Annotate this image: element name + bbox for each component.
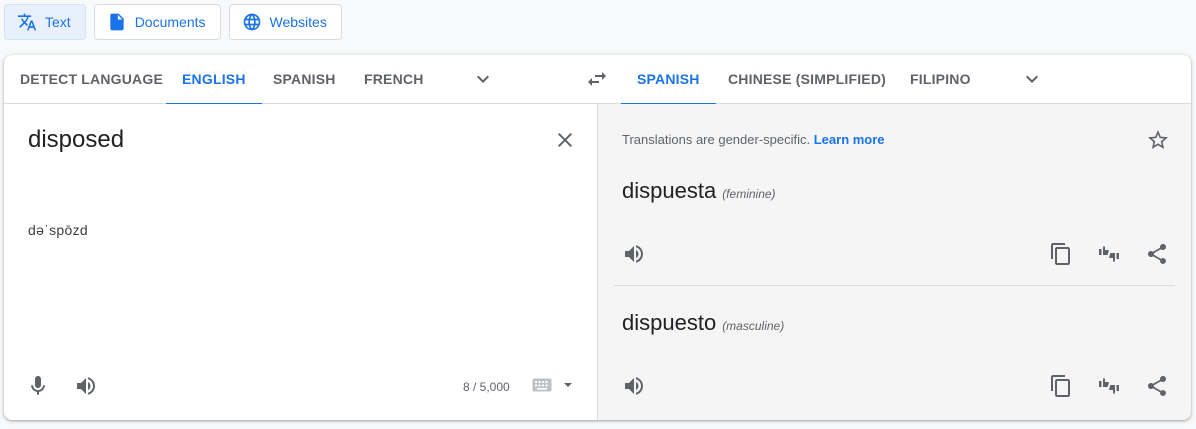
gender-label: (feminine)	[722, 187, 776, 201]
tab-source-french[interactable]: FRENCH	[348, 55, 440, 104]
copy-icon	[1051, 375, 1070, 397]
tab-source-english[interactable]: ENGLISH	[166, 55, 262, 105]
speaker-icon	[625, 245, 643, 263]
save-translation-button[interactable]	[1140, 122, 1176, 158]
translation-word: dispuesta	[622, 178, 717, 203]
keyboard-icon[interactable]	[532, 378, 552, 392]
translator-card: DETECT LANGUAGE ENGLISH SPANISH FRENCH S…	[4, 55, 1191, 420]
source-language-dropdown[interactable]	[465, 61, 501, 97]
translation-masculine: dispuesto (masculine)	[622, 310, 784, 336]
copy-feminine-button[interactable]	[1043, 236, 1079, 272]
close-icon	[558, 133, 572, 147]
copy-icon	[1051, 243, 1070, 265]
feedback-thumbs-icon	[1099, 378, 1119, 394]
translation-divider	[614, 285, 1175, 286]
speaker-icon	[625, 377, 643, 395]
feedback-thumbs-icon	[1099, 246, 1119, 262]
document-icon	[110, 13, 124, 31]
websites-mode-button[interactable]: Websites	[228, 4, 342, 40]
transliteration: dəˈspōzd	[28, 222, 88, 238]
tab-detect-language[interactable]: DETECT LANGUAGE	[4, 55, 179, 104]
globe-icon	[243, 13, 260, 31]
tab-target-filipino[interactable]: FILIPINO	[894, 55, 987, 104]
listen-masculine-button[interactable]	[616, 368, 652, 404]
speaker-icon	[77, 377, 95, 395]
microphone-icon	[31, 376, 45, 395]
mode-selector: Text Documents Websites	[4, 4, 342, 40]
documents-mode-label: Documents	[134, 14, 206, 30]
target-panel: Translations are gender-specific. Learn …	[597, 104, 1191, 420]
star-icon	[1148, 130, 1168, 149]
learn-more-link[interactable]: Learn more	[814, 132, 885, 147]
text-mode-button[interactable]: Text	[4, 4, 86, 40]
target-language-dropdown[interactable]	[1014, 61, 1050, 97]
copy-masculine-button[interactable]	[1043, 368, 1079, 404]
translate-icon	[17, 13, 37, 31]
source-text-input[interactable]: disposed	[28, 126, 124, 154]
tab-source-spanish[interactable]: SPANISH	[257, 55, 352, 104]
listen-source-button[interactable]	[68, 368, 104, 404]
websites-mode-label: Websites	[269, 14, 327, 30]
swap-languages-button[interactable]	[579, 61, 615, 97]
documents-mode-button[interactable]: Documents	[93, 4, 221, 40]
share-icon	[1148, 376, 1166, 396]
character-counter: 8 / 5,000	[463, 380, 510, 394]
swap-icon	[588, 72, 606, 86]
tab-target-chinese[interactable]: CHINESE (SIMPLIFIED)	[712, 55, 902, 104]
voice-input-button[interactable]	[20, 368, 56, 404]
gender-note-text: Translations are gender-specific.	[622, 132, 811, 147]
input-tools-dropdown[interactable]	[564, 383, 572, 387]
language-bar: DETECT LANGUAGE ENGLISH SPANISH FRENCH S…	[4, 55, 1191, 105]
translation-feminine: dispuesta (feminine)	[622, 178, 776, 204]
chevron-down-icon	[477, 75, 489, 83]
share-icon	[1148, 244, 1166, 264]
gender-note: Translations are gender-specific. Learn …	[622, 132, 885, 147]
listen-feminine-button[interactable]	[616, 236, 652, 272]
rate-masculine-button[interactable]	[1091, 368, 1127, 404]
rate-feminine-button[interactable]	[1091, 236, 1127, 272]
share-masculine-button[interactable]	[1139, 368, 1175, 404]
chevron-down-icon	[1026, 75, 1038, 83]
gender-label: (masculine)	[722, 319, 785, 333]
text-mode-label: Text	[45, 14, 71, 30]
share-feminine-button[interactable]	[1139, 236, 1175, 272]
tab-target-spanish[interactable]: SPANISH	[621, 55, 716, 105]
clear-text-button[interactable]	[547, 122, 583, 158]
source-panel: disposed dəˈspōzd 8 / 5,000	[4, 104, 597, 420]
translation-word: dispuesto	[622, 310, 717, 335]
